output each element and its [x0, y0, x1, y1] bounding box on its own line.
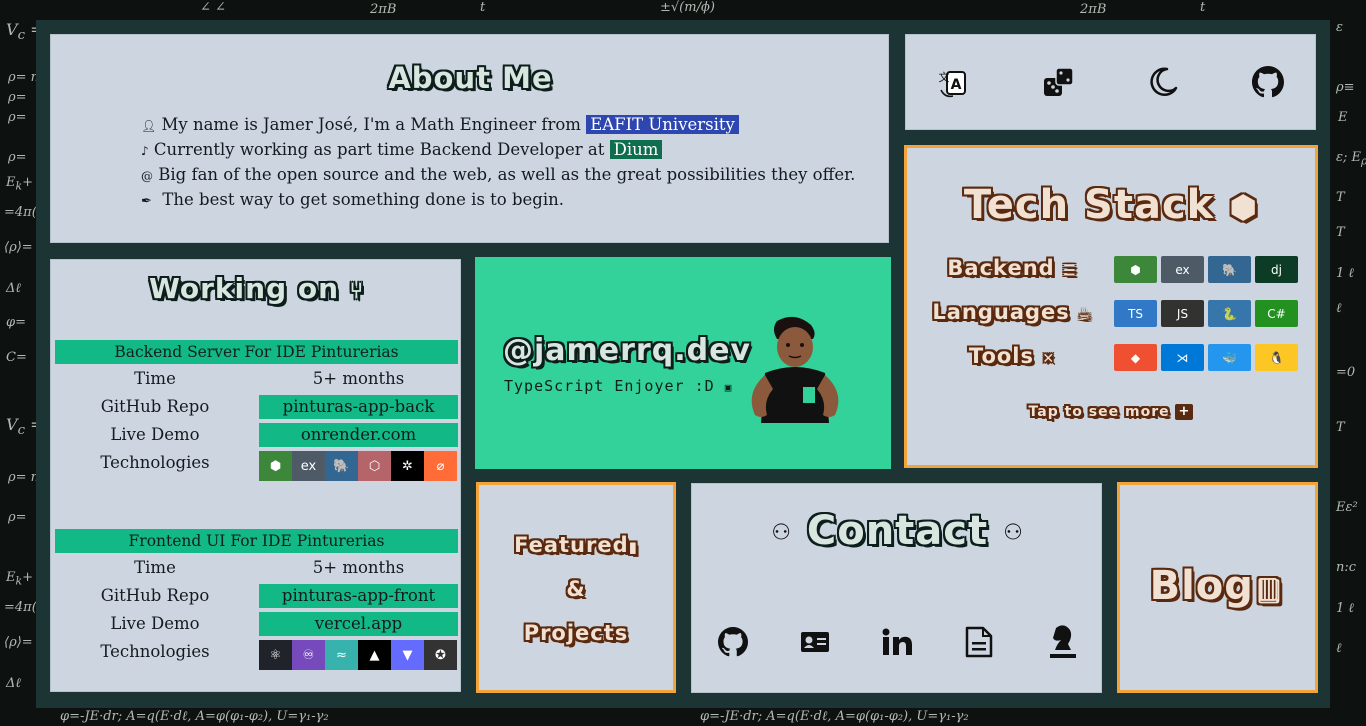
- git-badge: ◆: [1114, 344, 1157, 371]
- tap-to-see-more-button[interactable]: Tap to see more +: [907, 404, 1315, 420]
- dice-icon[interactable]: [1043, 66, 1075, 98]
- time-value: 5+ months: [312, 558, 405, 577]
- dium-link[interactable]: Dium: [609, 140, 663, 159]
- feather-icon: ✒: [141, 194, 152, 209]
- translate-icon[interactable]: A 文: [938, 66, 970, 100]
- time-label: Time: [134, 558, 176, 577]
- nodejs-chip: ⬢: [259, 451, 292, 481]
- express-chip: ex: [292, 451, 325, 481]
- featured-amp: &: [566, 577, 586, 601]
- express-badge: ex: [1161, 256, 1204, 283]
- tech-row-label-languages: Languages ☕: [932, 300, 1092, 324]
- redux-chip: ♾: [292, 640, 325, 670]
- about-line-quote: ✒ The best way to get something done is …: [141, 190, 565, 209]
- contact-card: ⚇ Contact ⚇: [691, 483, 1102, 693]
- technologies-label: Technologies: [100, 642, 210, 661]
- python-badge: 🐍: [1208, 300, 1251, 327]
- project-heading: Frontend UI For IDE Pinturerias: [55, 529, 458, 553]
- svg-text:A: A: [951, 77, 962, 93]
- profile-handle: @jamerrq.dev: [503, 333, 751, 368]
- profile-tagline: TypeScript Enjoyer :D ▣: [504, 377, 733, 395]
- branch-icon: ⑂: [349, 279, 364, 304]
- tech-row-label-backend: Backend ☰: [947, 256, 1077, 280]
- bookmark-icon: ▮: [628, 538, 638, 556]
- users-icon: ⚇: [771, 520, 792, 546]
- cube-icon: ⬢: [1229, 188, 1259, 226]
- postgresql-chip: 🐘: [325, 451, 358, 481]
- github-icon[interactable]: [1252, 66, 1284, 98]
- repo-label: GitHub Repo: [100, 586, 210, 605]
- coffee-icon: ♪: [141, 144, 149, 158]
- nextjs-chip: ▲: [358, 640, 391, 670]
- linux-badge: 🐧: [1255, 344, 1298, 371]
- repo-link[interactable]: pinturas-app-back: [259, 395, 458, 419]
- nestjs-chip: ⬡: [358, 451, 391, 481]
- terminal-icon: ▣: [724, 381, 733, 394]
- contact-github-icon[interactable]: [718, 627, 748, 661]
- demo-link[interactable]: onrender.com: [259, 423, 458, 447]
- technologies-label: Technologies: [100, 453, 210, 472]
- avatar: [739, 313, 851, 429]
- tech-stack-card[interactable]: Tech Stack ⬢ Backend ☰ Languages ☕ Tools…: [904, 145, 1318, 468]
- resume-icon[interactable]: [965, 626, 993, 662]
- repo-link[interactable]: pinturas-app-front: [259, 584, 458, 608]
- profile-card: @jamerrq.dev TypeScript Enjoyer :D ▣: [475, 257, 891, 469]
- sequelize-chip: ✲: [391, 451, 424, 481]
- demo-label: Live Demo: [110, 614, 200, 633]
- demo-link[interactable]: vercel.app: [259, 612, 458, 636]
- about-line-work: ♪ Currently working as part time Backend…: [141, 140, 663, 159]
- tech-stack-title: Tech Stack ⬢: [963, 182, 1259, 228]
- about-me-title: About Me: [388, 61, 553, 95]
- vscode-badge: ⋊: [1161, 344, 1204, 371]
- demo-label: Live Demo: [110, 425, 200, 444]
- vite-chip: ▼: [391, 640, 424, 670]
- linkedin-icon[interactable]: [882, 628, 912, 660]
- react-chip: ⚛: [259, 640, 292, 670]
- swagger-chip: ⌀: [424, 451, 457, 481]
- technologies-row: ⚛ ♾ ≈ ▲ ▼ ✪: [259, 640, 457, 670]
- toolbar-card: A 文: [905, 34, 1316, 130]
- typescript-badge: TS: [1114, 300, 1157, 327]
- blog-title: Blog📕︎: [1149, 563, 1286, 609]
- tech-row-label-tools: Tools ✕: [968, 344, 1056, 368]
- working-on-card: Working on ⑂ Backend Server For IDE Pint…: [50, 259, 461, 692]
- about-line-opensource: @ Big fan of the open source and the web…: [141, 165, 856, 184]
- about-line-name: 👤︎ My name is Jamer José, I'm a Math Eng…: [141, 115, 739, 134]
- featured-title: Featured▮: [514, 533, 638, 557]
- repo-label: GitHub Repo: [100, 397, 210, 416]
- postgresql-badge: 🐘: [1208, 256, 1251, 283]
- javascript-badge: JS: [1161, 300, 1204, 327]
- csharp-badge: C#: [1255, 300, 1298, 327]
- time-label: Time: [134, 369, 176, 388]
- featured-projects-card[interactable]: Featured▮ & Projects: [476, 482, 676, 693]
- technologies-row: ⬢ ex 🐘 ⬡ ✲ ⌀: [259, 451, 457, 481]
- plus-chat-icon: +: [1175, 404, 1194, 420]
- server-icon: ☰: [1063, 263, 1077, 279]
- projects-title: Projects: [523, 621, 629, 645]
- java-icon: ☕: [1078, 307, 1092, 323]
- users-icon: ⚇: [1003, 520, 1024, 546]
- docker-badge: 🐳: [1208, 344, 1251, 371]
- svg-text:文: 文: [939, 70, 950, 84]
- at-icon: @: [141, 169, 153, 183]
- contact-title: ⚇ Contact ⚇: [771, 508, 1024, 554]
- project-heading: Backend Server For IDE Pinturerias: [55, 340, 458, 364]
- tools-icon: ✕: [1042, 351, 1056, 367]
- django-badge: dj: [1255, 256, 1298, 283]
- blog-card[interactable]: Blog📕︎: [1117, 482, 1318, 693]
- nodejs-badge: ⬢: [1114, 256, 1157, 283]
- tailwind-chip: ≈: [325, 640, 358, 670]
- eafit-link[interactable]: EAFIT University: [586, 115, 739, 134]
- jest-chip: ✪: [424, 640, 457, 670]
- working-on-title: Working on ⑂: [149, 272, 364, 305]
- moon-icon[interactable]: [1147, 66, 1179, 98]
- about-me-card: About Me 👤︎ My name is Jamer José, I'm a…: [50, 34, 889, 243]
- time-value: 5+ months: [312, 369, 405, 388]
- user-icon: 👤︎: [141, 119, 157, 133]
- book-icon: 📕︎: [1253, 577, 1286, 605]
- chess-icon[interactable]: [1046, 622, 1078, 664]
- contact-card-icon[interactable]: [800, 629, 830, 659]
